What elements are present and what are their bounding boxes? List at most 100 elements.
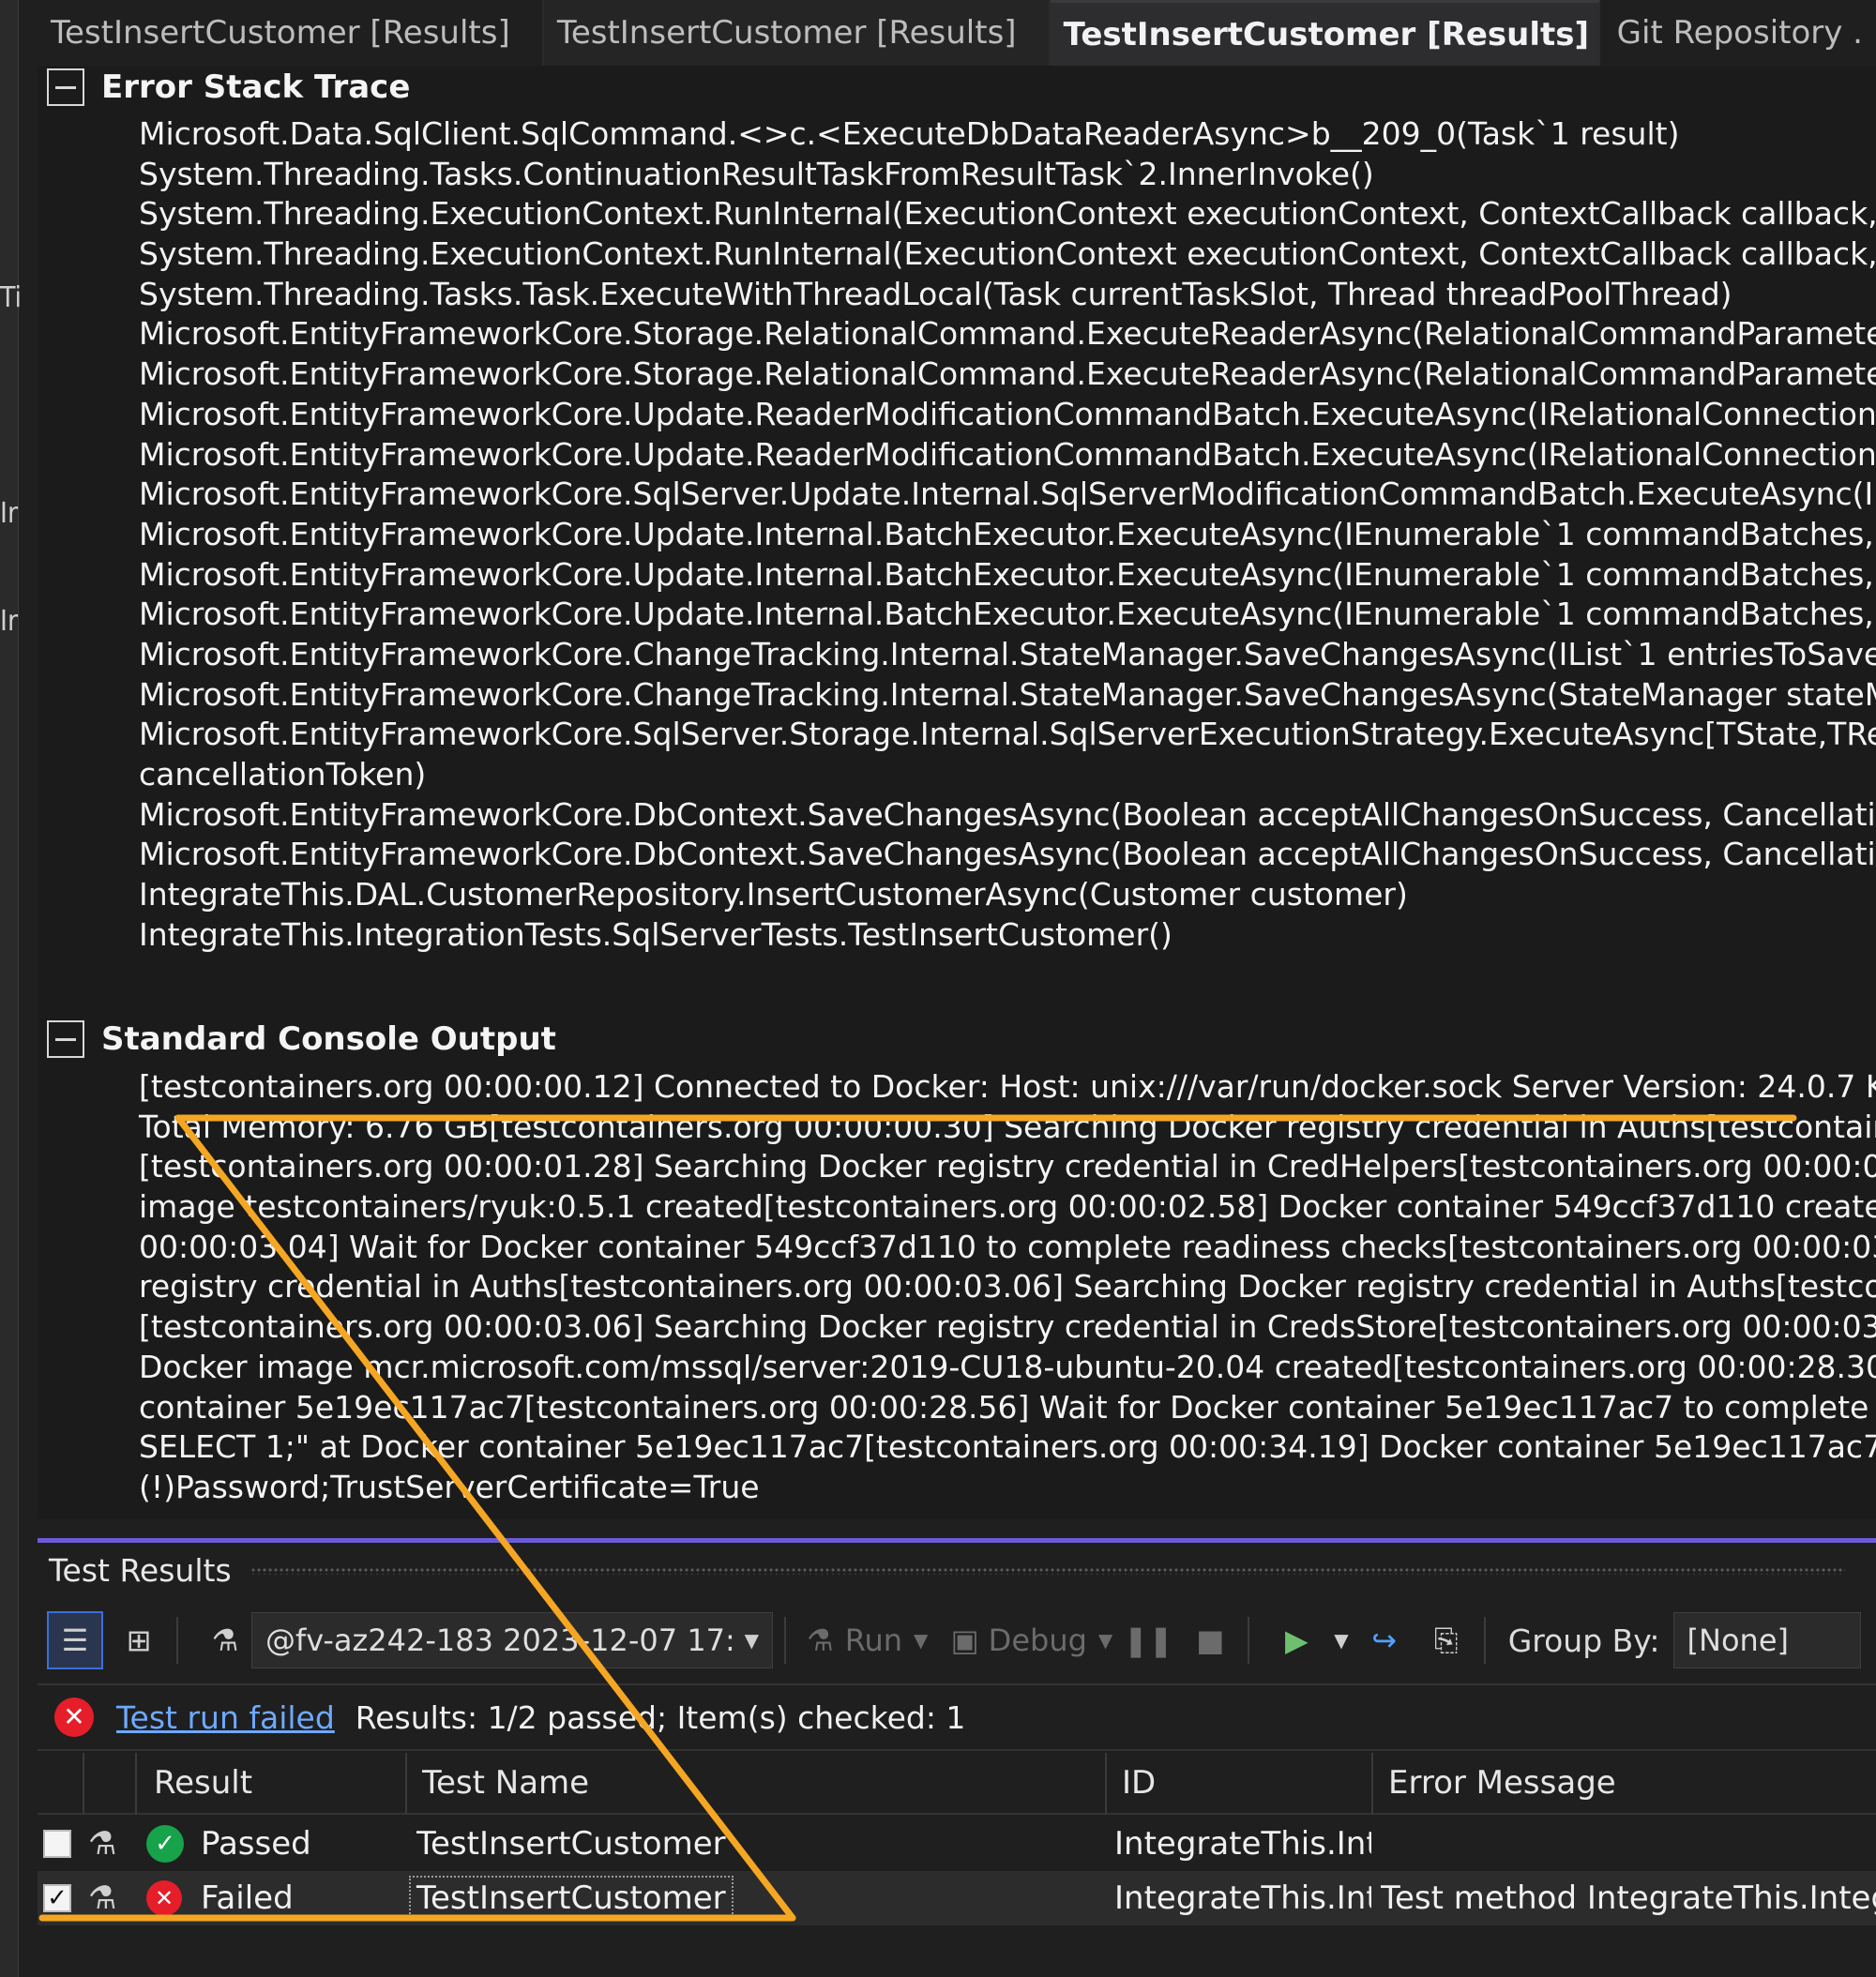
left-side-strip: Ti Ir Ir	[0, 0, 23, 1977]
text-line: [testcontainers.org 00:00:00.12] Connect…	[139, 1068, 1876, 1105]
row-id: IntegrateThis.Integ	[1114, 1879, 1371, 1917]
test-results-title-bar: Test Results	[49, 1552, 1845, 1589]
tab-label: Git Repository .	[1616, 14, 1863, 52]
text-line: IntegrateThis.DAL.CustomerRepository.Ins…	[139, 876, 1408, 913]
chevron-down-icon: ▼	[914, 1629, 929, 1652]
document-tab-bar: TestInsertCustomer [Results] TestInsertC…	[38, 0, 1876, 66]
run-button[interactable]: ⚗ Run ▼	[807, 1611, 928, 1669]
error-icon: ✕	[54, 1698, 94, 1737]
collapse-icon[interactable]	[47, 1020, 84, 1058]
text-line: Microsoft.EntityFrameworkCore.Storage.Re…	[139, 315, 1876, 353]
text-line: registry credential in Auths[testcontain…	[139, 1268, 1876, 1305]
pause-icon: ❚❚	[1123, 1622, 1174, 1658]
test-detail-pane: Error Stack Trace Microsoft.Data.SqlClie…	[38, 66, 1876, 1519]
summary-view-button[interactable]: ☰	[47, 1611, 103, 1669]
error-stack-trace: Microsoft.Data.SqlClient.SqlCommand.<>c.…	[139, 114, 1876, 955]
text-line: Microsoft.EntityFrameworkCore.Storage.Re…	[139, 355, 1876, 393]
strip-fragment: Ir	[0, 497, 19, 530]
text-line: Microsoft.EntityFrameworkCore.DbContext.…	[139, 836, 1876, 873]
tab-label: TestInsertCustomer [Results]	[556, 14, 1017, 52]
text-line: Microsoft.Data.SqlClient.SqlCommand.<>c.…	[139, 115, 1680, 152]
run-failed-icon: ▶	[1284, 1622, 1309, 1658]
row-result: Passed	[201, 1825, 311, 1863]
results-summary: Results: 1/2 passed; Item(s) checked: 1	[355, 1698, 966, 1736]
table-row[interactable]: ⚗ ✓ Passed TestInsertCustomer IntegrateT…	[38, 1817, 1876, 1871]
tab-git-repository[interactable]: Git Repository .	[1599, 0, 1876, 66]
test-run-failed-link[interactable]: Test run failed	[116, 1699, 335, 1736]
passed-icon: ✓	[146, 1825, 184, 1863]
rerun-button[interactable]: ⚗	[199, 1611, 251, 1669]
column-header-test-name[interactable]: Test Name	[422, 1753, 589, 1813]
flask-run-icon: ⚗	[211, 1622, 239, 1658]
text-line: Microsoft.EntityFrameworkCore.SqlServer.…	[139, 716, 1876, 753]
tab-label: TestInsertCustomer [Results]	[1063, 15, 1590, 53]
test-results-panel: Test Results ☰ ⊞ ⚗ @fv-az242-183 2023-12…	[38, 1538, 1876, 1977]
text-line: Microsoft.EntityFrameworkCore.Update.Int…	[139, 515, 1876, 552]
text-line: Docker image mcr.microsoft.com/mssql/ser…	[139, 1348, 1876, 1385]
copy-icon: ⎘	[1433, 1622, 1459, 1658]
test-run-selector[interactable]: @fv-az242-183 2023-12-07 17:50:3 ▼	[251, 1612, 773, 1668]
run-icon: ⚗	[807, 1622, 834, 1658]
collapse-icon[interactable]	[47, 68, 84, 106]
test-results-grid: Result Test Name ID Error Message ⚗ ✓ Pa…	[38, 1753, 1876, 1925]
column-divider	[1371, 1753, 1373, 1815]
column-header-result[interactable]: Result	[154, 1753, 252, 1813]
stop-button[interactable]: ■	[1184, 1611, 1236, 1669]
text-line: Microsoft.EntityFrameworkCore.Update.Rea…	[139, 395, 1876, 432]
text-line: Microsoft.EntityFrameworkCore.SqlServer.…	[139, 475, 1876, 513]
toolbar-separator	[784, 1617, 786, 1664]
text-line: [testcontainers.org 00:00:01.28] Searchi…	[139, 1148, 1876, 1185]
column-header-id[interactable]: ID	[1122, 1753, 1156, 1813]
error-stack-title: Error Stack Trace	[101, 68, 411, 106]
chevron-down-icon: ▼	[1097, 1629, 1113, 1652]
column-header-error-message[interactable]: Error Message	[1388, 1753, 1616, 1813]
text-line: SELECT 1;" at Docker container 5e19ec117…	[139, 1428, 1876, 1466]
error-stack-header[interactable]: Error Stack Trace	[47, 66, 410, 109]
strip-fragment: Ti	[0, 281, 23, 314]
text-line: Total Memory: 6.76 GB[testcontainers.org…	[139, 1108, 1876, 1145]
text-line: System.Threading.Tasks.ContinuationResul…	[139, 155, 1374, 192]
row-checkbox[interactable]	[43, 1830, 71, 1858]
text-line: [testcontainers.org 00:00:03.06] Searchi…	[139, 1308, 1876, 1346]
tab-test-results-2[interactable]: TestInsertCustomer [Results]	[543, 0, 1051, 66]
text-line: IntegrateThis.IntegrationTests.SqlServer…	[139, 915, 1172, 953]
text-line: image testcontainers/ryuk:0.5.1 created[…	[139, 1188, 1876, 1226]
go-to-icon: ↪	[1371, 1622, 1398, 1658]
text-line: System.Threading.ExecutionContext.RunInt…	[139, 235, 1876, 273]
console-output-header[interactable]: Standard Console Output	[47, 1018, 556, 1061]
flask-icon: ⚗	[88, 1879, 117, 1917]
pause-button[interactable]: ❚❚	[1122, 1611, 1174, 1669]
console-output-title: Standard Console Output	[101, 1020, 556, 1058]
grid-header-row: Result Test Name ID Error Message	[38, 1753, 1876, 1815]
row-test-name: TestInsertCustomer	[409, 1876, 734, 1921]
stop-icon: ■	[1196, 1622, 1225, 1658]
group-by-label: Group By:	[1507, 1622, 1660, 1659]
tab-label: TestInsertCustomer [Results]	[51, 14, 510, 52]
tree-view-button[interactable]: ⊞	[113, 1611, 165, 1669]
table-row[interactable]: ✓ ⚗ ✕ Failed TestInsertCustomer Integrat…	[38, 1871, 1876, 1925]
test-results-toolbar: ☰ ⊞ ⚗ @fv-az242-183 2023-12-07 17:50:3 ▼…	[38, 1605, 1876, 1676]
text-line: System.Threading.ExecutionContext.RunInt…	[139, 195, 1876, 233]
text-line: 00:00:03.04] Wait for Docker container 5…	[139, 1228, 1876, 1265]
group-by-value: [None]	[1687, 1622, 1789, 1658]
debug-button[interactable]: ▣ Debug ▼	[950, 1611, 1112, 1669]
group-by-select[interactable]: [None]	[1672, 1612, 1861, 1668]
toolbar-separator	[1483, 1617, 1486, 1664]
run-failed-tests-button[interactable]: ▶	[1270, 1611, 1323, 1669]
row-result: Failed	[201, 1879, 294, 1917]
column-divider	[1105, 1753, 1107, 1815]
go-to-test-button[interactable]: ↪	[1358, 1611, 1411, 1669]
copy-button[interactable]: ⎘	[1420, 1611, 1473, 1669]
run-label: Run	[844, 1622, 903, 1658]
row-checkbox[interactable]: ✓	[43, 1884, 71, 1912]
debug-icon: ▣	[950, 1622, 979, 1658]
row-error-message: Test method IntegrateThis.Integrati	[1381, 1879, 1876, 1917]
text-line: Microsoft.EntityFrameworkCore.DbContext.…	[139, 795, 1876, 833]
test-run-selector-value: @fv-az242-183 2023-12-07 17:50:3	[265, 1622, 734, 1658]
tab-test-results-1[interactable]: TestInsertCustomer [Results]	[38, 0, 544, 66]
chevron-down-icon[interactable]: ▼	[1334, 1629, 1348, 1652]
text-line: cancellationToken)	[139, 756, 427, 792]
drag-grip[interactable]	[250, 1566, 1845, 1575]
text-line: System.Threading.Tasks.Task.ExecuteWithT…	[139, 275, 1732, 312]
tab-test-results-active[interactable]: TestInsertCustomer [Results] ↕ ✕	[1050, 0, 1699, 66]
